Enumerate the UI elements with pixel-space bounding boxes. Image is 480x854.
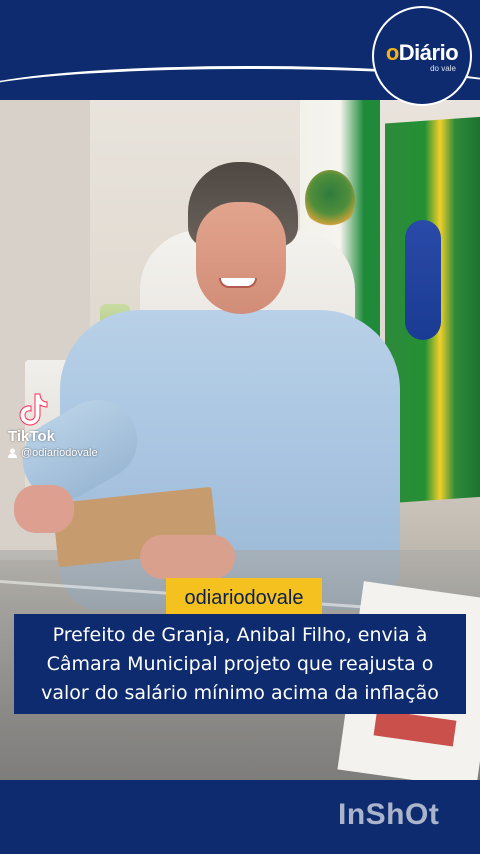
brand-logo-name: Diário: [398, 39, 459, 65]
brand-logo-prefix: o: [385, 39, 399, 65]
headline-line: Câmara Municipal projeto que reajusta o: [46, 652, 434, 675]
source-tag-text: odiariodovale: [184, 586, 304, 609]
user-icon: [8, 448, 17, 458]
person-face: [196, 202, 286, 314]
inshot-watermark: InShOt: [338, 798, 440, 831]
video-frame: oDiário do vale TikTok @odiariodovale od…: [0, 0, 480, 854]
headline-line: Prefeito de Granja, Anibal Filho, envia …: [52, 623, 428, 646]
tiktok-icon: [18, 392, 48, 426]
headline-caption: Prefeito de Granja, Anibal Filho, envia …: [14, 614, 466, 714]
brazil-flag-globe: [405, 220, 441, 340]
brand-logo: oDiário do vale: [372, 6, 472, 106]
person-smile: [219, 278, 257, 288]
tiktok-username: @odiariodovale: [21, 447, 98, 459]
tiktok-label: TikTok: [8, 428, 55, 445]
brand-logo-text: oDiário: [385, 39, 459, 66]
source-tag: odiariodovale: [166, 578, 322, 618]
tiktok-user: @odiariodovale: [8, 447, 98, 459]
person-hand-right: [140, 535, 235, 579]
brand-logo-sub: do vale: [430, 63, 456, 73]
person-hand-left: [14, 485, 74, 533]
tiktok-watermark: TikTok @odiariodovale: [8, 392, 98, 459]
ceara-seal: [305, 170, 355, 230]
headline-line: valor do salário mínimo acima da inflaçã…: [41, 681, 439, 704]
